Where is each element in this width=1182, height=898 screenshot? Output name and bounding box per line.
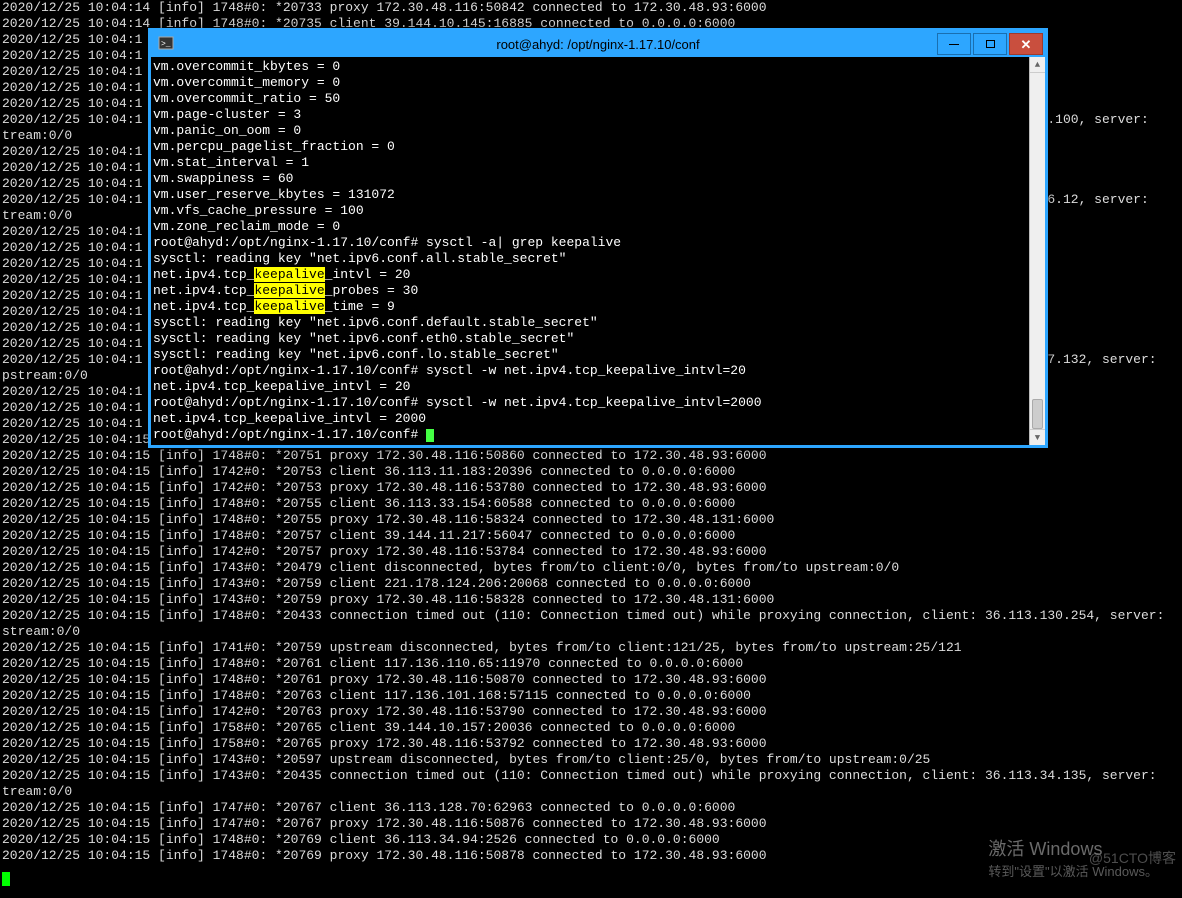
bg-log-line: stream:0/0 [2,624,1180,640]
bg-log-line: 2020/12/25 10:04:15 [info] 1747#0: *2076… [2,800,1180,816]
close-button[interactable]: ✕ [1009,33,1043,55]
grep-highlight: keepalive [254,299,324,314]
bg-log-line: 2020/12/25 10:04:15 [info] 1742#0: *2075… [2,544,1180,560]
bg-log-line: 2020/12/25 10:04:15 [info] 1742#0: *2076… [2,704,1180,720]
term-line: root@ahyd:/opt/nginx-1.17.10/conf# sysct… [153,235,1029,251]
blog-watermark: @51CTO博客 [1089,848,1176,868]
maximize-button[interactable] [973,33,1007,55]
bg-log-line: 2020/12/25 10:04:15 [info] 1748#0: *2076… [2,688,1180,704]
close-icon: ✕ [1021,38,1032,51]
window-title: root@ahyd: /opt/nginx-1.17.10/conf [181,37,1045,52]
background-cursor [2,872,10,886]
term-line: vm.overcommit_ratio = 50 [153,91,1029,107]
term-line: vm.stat_interval = 1 [153,155,1029,171]
bg-log-line: 2020/12/25 10:04:15 [info] 1748#0: *2076… [2,832,1180,848]
bg-log-line: 2020/12/25 10:04:15 [info] 1743#0: *2059… [2,752,1180,768]
terminal-output: vm.overcommit_kbytes = 0vm.overcommit_me… [153,59,1029,443]
bg-log-line: 2020/12/25 10:04:15 [info] 1742#0: *2075… [2,480,1180,496]
bg-log-line: 2020/12/25 10:04:15 [info] 1743#0: *2043… [2,768,1180,784]
term-line: root@ahyd:/opt/nginx-1.17.10/conf# sysct… [153,395,1029,411]
term-line: vm.user_reserve_kbytes = 131072 [153,187,1029,203]
term-line: vm.percpu_pagelist_fraction = 0 [153,139,1029,155]
terminal-cursor [426,429,434,442]
bg-log-line: 2020/12/25 10:04:15 [info] 1743#0: *2075… [2,576,1180,592]
term-line: sysctl: reading key "net.ipv6.conf.defau… [153,315,1029,331]
term-line: net.ipv4.tcp_keepalive_intvl = 2000 [153,411,1029,427]
bg-log-line: 2020/12/25 10:04:15 [info] 1748#0: *2076… [2,848,1180,864]
term-line: vm.swappiness = 60 [153,171,1029,187]
term-line: net.ipv4.tcp_keepalive_intvl = 20 [153,267,1029,283]
term-line: net.ipv4.tcp_keepalive_time = 9 [153,299,1029,315]
term-line: vm.overcommit_memory = 0 [153,75,1029,91]
term-line: vm.panic_on_oom = 0 [153,123,1029,139]
term-line: net.ipv4.tcp_keepalive_probes = 30 [153,283,1029,299]
term-line: net.ipv4.tcp_keepalive_intvl = 20 [153,379,1029,395]
scroll-up-button[interactable]: ▲ [1030,57,1045,73]
bg-log-line: 2020/12/25 10:04:15 [info] 1742#0: *2075… [2,464,1180,480]
scrollbar[interactable]: ▲ ▼ [1029,57,1045,445]
bg-log-line: 2020/12/25 10:04:15 [info] 1758#0: *2076… [2,720,1180,736]
scroll-thumb[interactable] [1032,399,1043,429]
term-line: vm.vfs_cache_pressure = 100 [153,203,1029,219]
term-line: sysctl: reading key "net.ipv6.conf.lo.st… [153,347,1029,363]
bg-log-line: 2020/12/25 10:04:15 [info] 1748#0: *2075… [2,448,1180,464]
scroll-down-button[interactable]: ▼ [1030,429,1045,445]
window-control-buttons: ✕ [937,31,1045,57]
bg-log-line: 2020/12/25 10:04:15 [info] 1748#0: *2043… [2,608,1180,624]
svg-text:>_: >_ [161,40,171,49]
grep-highlight: keepalive [254,283,324,298]
bg-log-line: 2020/12/25 10:04:15 [info] 1748#0: *2076… [2,672,1180,688]
term-line: sysctl: reading key "net.ipv6.conf.all.s… [153,251,1029,267]
bg-log-line: 2020/12/25 10:04:15 [info] 1741#0: *2075… [2,640,1180,656]
minimize-button[interactable] [937,33,971,55]
minimize-icon [949,44,959,45]
bg-log-line: 2020/12/25 10:04:15 [info] 1748#0: *2076… [2,656,1180,672]
bg-log-line: 2020/12/25 10:04:15 [info] 1743#0: *2075… [2,592,1180,608]
terminal-icon: >_ [157,35,175,53]
titlebar[interactable]: >_ root@ahyd: /opt/nginx-1.17.10/conf ✕ [151,31,1045,57]
bg-log-line: 2020/12/25 10:04:15 [info] 1748#0: *2075… [2,512,1180,528]
bg-log-line: 2020/12/25 10:04:15 [info] 1748#0: *2075… [2,528,1180,544]
terminal-body[interactable]: vm.overcommit_kbytes = 0vm.overcommit_me… [151,57,1045,445]
bg-log-line: 2020/12/25 10:04:15 [info] 1743#0: *2047… [2,560,1180,576]
term-line: vm.page-cluster = 3 [153,107,1029,123]
bg-log-line: tream:0/0 [2,784,1180,800]
term-line: sysctl: reading key "net.ipv6.conf.eth0.… [153,331,1029,347]
bg-log-line: 2020/12/25 10:04:15 [info] 1758#0: *2076… [2,736,1180,752]
bg-log-line: 2020/12/25 10:04:14 [info] 1748#0: *2073… [2,0,1180,16]
maximize-icon [986,40,995,48]
bg-log-line: 2020/12/25 10:04:15 [info] 1747#0: *2076… [2,816,1180,832]
term-line: root@ahyd:/opt/nginx-1.17.10/conf# sysct… [153,363,1029,379]
term-line: vm.zone_reclaim_mode = 0 [153,219,1029,235]
terminal-window: >_ root@ahyd: /opt/nginx-1.17.10/conf ✕ … [148,28,1048,448]
term-line: vm.overcommit_kbytes = 0 [153,59,1029,75]
scroll-track[interactable] [1030,73,1045,429]
grep-highlight: keepalive [254,267,324,282]
term-line: root@ahyd:/opt/nginx-1.17.10/conf# [153,427,1029,443]
bg-log-line: 2020/12/25 10:04:15 [info] 1748#0: *2075… [2,496,1180,512]
